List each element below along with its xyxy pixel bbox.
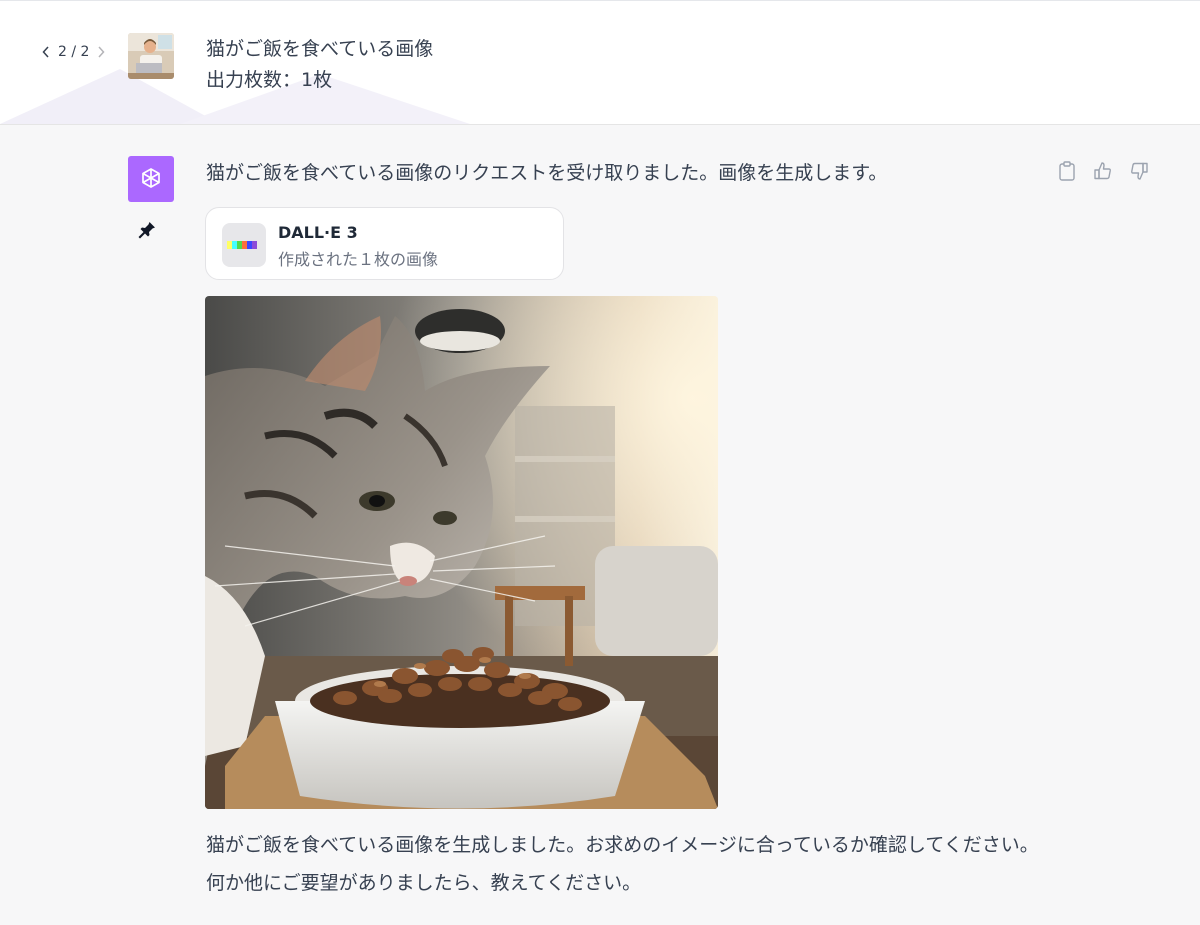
pin-icon[interactable] bbox=[137, 220, 157, 240]
thumbs-down-icon[interactable] bbox=[1128, 160, 1150, 182]
pager-label: 2 / 2 bbox=[58, 44, 90, 60]
message-pager: 2 / 2 bbox=[40, 44, 107, 60]
assistant-closing-text: 猫がご飯を食べている画像を生成しました。お求めのイメージに合っているか確認してく… bbox=[206, 834, 1039, 894]
generated-image[interactable] bbox=[205, 296, 718, 809]
chevron-right-icon[interactable] bbox=[95, 44, 107, 60]
message-actions bbox=[1056, 160, 1150, 182]
dalle-icon bbox=[222, 223, 266, 267]
user-message-line-2: 出力枚数：1枚 bbox=[206, 69, 333, 91]
user-message-row: 2 / 2 猫がご飯を食べている画像 出力枚数：1枚 bbox=[0, 0, 1200, 125]
user-message-text: 猫がご飯を食べている画像 出力枚数：1枚 bbox=[206, 34, 433, 96]
user-avatar bbox=[128, 33, 174, 79]
chevron-left-icon[interactable] bbox=[40, 44, 52, 60]
user-message-line-1: 猫がご飯を食べている画像 bbox=[206, 38, 434, 60]
clipboard-icon[interactable] bbox=[1056, 160, 1078, 182]
assistant-intro-text: 猫がご飯を食べている画像のリクエストを受け取りました。画像を生成します。 bbox=[206, 162, 888, 184]
dalle-tool-card[interactable]: DALL·E 3 作成された１枚の画像 bbox=[205, 207, 564, 280]
dalle-title: DALL·E 3 bbox=[278, 223, 358, 242]
openai-logo-icon bbox=[128, 156, 174, 202]
thumbs-up-icon[interactable] bbox=[1092, 160, 1114, 182]
dalle-subtitle: 作成された１枚の画像 bbox=[278, 250, 439, 269]
